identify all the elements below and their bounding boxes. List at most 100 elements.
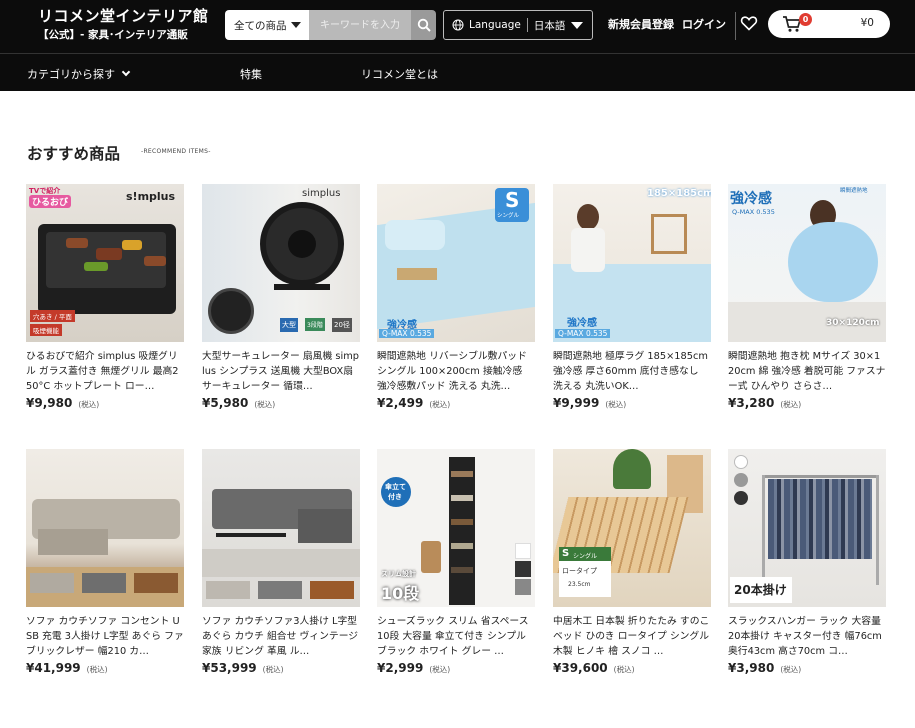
product-card[interactable]: 185×185cm 強冷感 Q-MAX 0.535 瞬間遮熱地 極厚ラグ 185… xyxy=(553,184,711,410)
cart-count-badge: 0 xyxy=(799,13,812,26)
product-image-text: 強冷感 xyxy=(730,191,772,207)
product-image-text: Q-MAX 0.535 xyxy=(555,329,611,338)
product-image[interactable]: 185×185cm 強冷感 Q-MAX 0.535 xyxy=(553,184,711,342)
product-price-row: ¥2,999 (税込) xyxy=(377,661,535,675)
caret-down-icon xyxy=(290,22,301,28)
product-price: ¥53,999 xyxy=(202,661,257,675)
site-logo[interactable]: リコメン堂インテリア館 【公式】- 家具･インテリア通販 xyxy=(38,6,209,43)
product-image-text: 20本掛け xyxy=(734,583,787,597)
product-image-text: 傘立て xyxy=(385,483,406,491)
product-image-text: 23.5cm xyxy=(568,581,591,588)
language-divider xyxy=(526,18,528,32)
product-card[interactable]: S シングル ロータイプ 23.5cm 中居木工 日本製 折りたたみ すのこ ベ… xyxy=(553,449,711,675)
product-card[interactable]: ソファ カウチソファ3人掛け L字型 あぐら カウチ 組合せ ヴィンテージ 家族… xyxy=(202,449,360,675)
product-image-text: Q-MAX 0.535 xyxy=(732,208,775,216)
tax-label: (税込) xyxy=(605,400,627,409)
search-category-select[interactable]: 全ての商品 xyxy=(225,10,309,40)
product-image[interactable]: 傘立て 付き スリム設計 10段 xyxy=(377,449,535,607)
search-button[interactable] xyxy=(411,10,436,40)
product-card[interactable]: ソファ カウチソファ コンセント USB 充電 3人掛け L字型 あぐら ファブ… xyxy=(26,449,184,675)
product-card[interactable]: 強冷感 Q-MAX 0.535 瞬間遮熱地 30×120cm 瞬間遮熱地 抱き枕… xyxy=(728,184,886,410)
top-header: リコメン堂インテリア館 【公式】- 家具･インテリア通販 全ての商品 Langu… xyxy=(0,0,915,53)
header-divider xyxy=(735,12,736,40)
tax-label: (税込) xyxy=(780,400,802,409)
product-card[interactable]: S シングル 強冷感 Q-MAX 0.535 瞬間遮熱地 リバーシブル敷パッド … xyxy=(377,184,535,410)
favorites-button[interactable] xyxy=(740,14,758,36)
product-name[interactable]: ひるおびで紹介 simplus 吸煙グリル ガラス蓋付き 無煙グリル 最高250… xyxy=(26,349,184,394)
search-input[interactable] xyxy=(309,10,411,40)
product-price-row: ¥5,980 (税込) xyxy=(202,396,360,410)
product-image-text: Q-MAX 0.535 xyxy=(379,329,435,338)
product-price-row: ¥41,999 (税込) xyxy=(26,661,184,675)
product-price: ¥9,999 xyxy=(553,396,600,410)
product-image-text: ひるおび xyxy=(29,195,72,208)
product-price-row: ¥3,980 (税込) xyxy=(728,661,886,675)
product-name[interactable]: 中居木工 日本製 折りたたみ すのこ ベッド ひのき ロータイプ シングル 木製… xyxy=(553,614,711,659)
tax-label: (税込) xyxy=(429,400,451,409)
product-image[interactable]: TVで紹介 ひるおび s!mplus 穴あき / 平面 吸煙機能 xyxy=(26,184,184,342)
product-image[interactable] xyxy=(26,449,184,607)
product-image-text: simplus xyxy=(302,188,341,199)
product-price-row: ¥39,600 (税込) xyxy=(553,661,711,675)
product-name[interactable]: ソファ カウチソファ コンセント USB 充電 3人掛け L字型 あぐら ファブ… xyxy=(26,614,184,659)
product-image-text: 強冷感 xyxy=(567,318,597,329)
cart-button[interactable]: 0 ¥0 xyxy=(768,10,890,38)
tax-label: (税込) xyxy=(86,665,108,674)
product-price: ¥3,980 xyxy=(728,661,775,675)
nav-features[interactable]: 特集 xyxy=(240,66,262,82)
search-category-label: 全ての商品 xyxy=(234,19,287,32)
product-card[interactable]: simplus 大型 3段階 20径 大型サーキュレーター 扇風機 simplu… xyxy=(202,184,360,410)
product-image[interactable] xyxy=(202,449,360,607)
product-image[interactable]: S シングル 強冷感 Q-MAX 0.535 xyxy=(377,184,535,342)
product-image-text: 30×120cm xyxy=(826,318,880,328)
product-price: ¥2,499 xyxy=(377,396,424,410)
product-image-text: s!mplus xyxy=(126,190,176,203)
nav-categories[interactable]: カテゴリから探す xyxy=(27,66,131,82)
product-image[interactable]: 20本掛け xyxy=(728,449,886,607)
product-card[interactable]: TVで紹介 ひるおび s!mplus 穴あき / 平面 吸煙機能 ひるおびで紹介… xyxy=(26,184,184,410)
product-name[interactable]: 大型サーキュレーター 扇風機 simplus シンプラス 送風機 大型BOX扇 … xyxy=(202,349,360,394)
product-card[interactable]: 傘立て 付き スリム設計 10段 シューズラック スリム 省スペース 10段 大… xyxy=(377,449,535,675)
search-bar: 全ての商品 xyxy=(225,10,436,40)
tax-label: (税込) xyxy=(429,665,451,674)
product-price-row: ¥2,499 (税込) xyxy=(377,396,535,410)
product-image-text: スリム設計 xyxy=(381,570,416,578)
register-link[interactable]: 新規会員登録 xyxy=(608,16,674,32)
product-price: ¥39,600 xyxy=(553,661,608,675)
nav-about[interactable]: リコメン堂とは xyxy=(361,66,438,82)
product-name[interactable]: シューズラック スリム 省スペース 10段 大容量 傘立て付き シンプル ブラッ… xyxy=(377,614,535,659)
search-icon xyxy=(417,18,431,32)
cart-amount: ¥0 xyxy=(860,17,874,29)
tax-label: (税込) xyxy=(78,400,100,409)
tax-label: (税込) xyxy=(613,665,635,674)
product-image-text: 10段 xyxy=(381,584,420,603)
product-price: ¥3,280 xyxy=(728,396,775,410)
section-subtitle: -RECOMMEND ITEMS- xyxy=(141,148,211,155)
product-image-text: ロータイプ xyxy=(562,567,597,575)
product-image-text: シングル xyxy=(573,553,598,560)
product-image[interactable]: simplus 大型 3段階 20径 xyxy=(202,184,360,342)
caret-down-icon xyxy=(571,22,583,29)
chevron-down-icon xyxy=(121,67,131,77)
product-price-row: ¥9,980 (税込) xyxy=(26,396,184,410)
product-name[interactable]: 瞬間遮熱地 リバーシブル敷パッド シングル 100×200cm 接触冷感 強冷感… xyxy=(377,349,535,394)
product-image-text: 185×185cm xyxy=(647,188,711,199)
product-image-text: 穴あき / 平面 xyxy=(30,310,75,322)
language-selector[interactable]: Language 日本語 xyxy=(443,10,593,40)
section-title: おすすめ商品 xyxy=(27,145,121,163)
product-image-text: 20径 xyxy=(332,318,352,332)
product-card[interactable]: 20本掛け スラックスハンガー ラック 大容量 20本掛け キャスター付き 幅7… xyxy=(728,449,886,675)
login-link[interactable]: ログイン xyxy=(682,16,726,32)
product-image-text: 大型 xyxy=(280,318,298,332)
product-name[interactable]: 瞬間遮熱地 極厚ラグ 185×185cm 強冷感 厚さ60mm 底付き感なし 洗… xyxy=(553,349,711,394)
language-value: 日本語 xyxy=(533,19,566,32)
product-image[interactable]: 強冷感 Q-MAX 0.535 瞬間遮熱地 30×120cm xyxy=(728,184,886,342)
product-name[interactable]: ソファ カウチソファ3人掛け L字型 あぐら カウチ 組合せ ヴィンテージ 家族… xyxy=(202,614,360,659)
product-image-text: S xyxy=(505,188,520,212)
product-name[interactable]: スラックスハンガー ラック 大容量 20本掛け キャスター付き 幅76cm 奥行… xyxy=(728,614,886,659)
nav-categories-label: カテゴリから探す xyxy=(27,68,115,81)
brand-subtitle: 【公式】- 家具･インテリア通販 xyxy=(38,29,188,41)
product-name[interactable]: 瞬間遮熱地 抱き枕 Mサイズ 30×120cm 綿 強冷感 着脱可能 ファスナー… xyxy=(728,349,886,394)
product-price: ¥2,999 xyxy=(377,661,424,675)
product-image[interactable]: S シングル ロータイプ 23.5cm xyxy=(553,449,711,607)
